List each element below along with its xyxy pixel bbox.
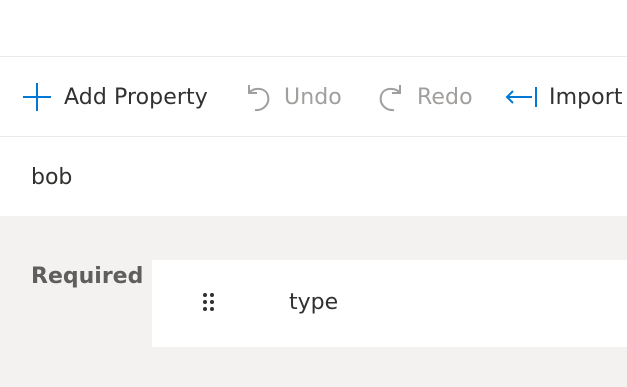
required-properties-label: Required p [31, 264, 167, 289]
add-property-label: Add Property [64, 84, 208, 110]
undo-button[interactable]: Undo [244, 79, 342, 115]
import-icon [505, 85, 537, 109]
dragging-property-item[interactable]: type [152, 260, 627, 347]
schema-name: bob [31, 165, 73, 190]
schema-editor: Add Property Undo Redo Import bob Requir… [0, 0, 627, 387]
redo-icon [377, 81, 405, 113]
header-bar [0, 0, 627, 57]
plus-icon [22, 82, 52, 112]
redo-label: Redo [417, 84, 473, 110]
drag-handle-icon[interactable] [201, 292, 219, 314]
property-name: type [289, 290, 339, 315]
required-properties-section: Required p type [0, 216, 627, 387]
schema-name-row[interactable]: bob [0, 137, 627, 216]
redo-button[interactable]: Redo [377, 79, 473, 115]
undo-icon [244, 81, 272, 113]
import-label: Import [549, 84, 623, 110]
add-property-button[interactable]: Add Property [22, 79, 208, 115]
toolbar: Add Property Undo Redo Import [0, 57, 627, 137]
undo-label: Undo [284, 84, 342, 110]
import-button[interactable]: Import [505, 79, 623, 115]
